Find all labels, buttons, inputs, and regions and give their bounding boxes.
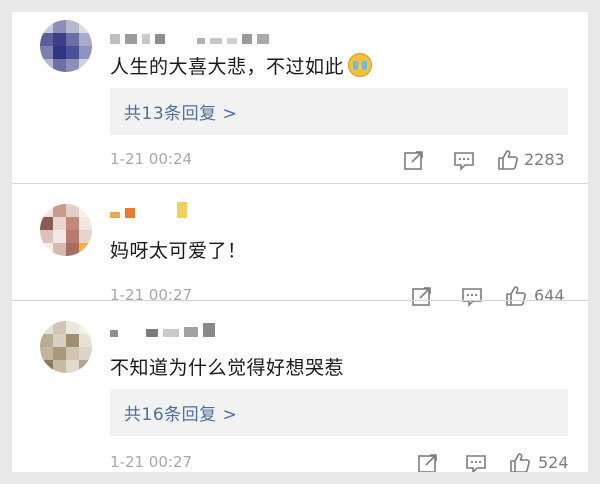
view-replies-link[interactable]: 共13条回复 > — [124, 99, 237, 124]
nickname-pixelated[interactable] — [110, 28, 269, 44]
like-count: 2283 — [524, 150, 565, 169]
view-replies-link[interactable]: 共16条回复 > — [124, 400, 237, 425]
comment-item: 不知道为什么觉得好想哭惹 共16条回复 > 1-21 00:27 524 — [12, 301, 588, 472]
comment-time: 1-21 00:24 — [110, 150, 193, 168]
crying-emoji-icon — [348, 53, 373, 77]
comment-text: 不知道为什么觉得好想哭惹 — [110, 357, 345, 379]
replies-box[interactable]: 共13条回复 > — [110, 88, 568, 135]
nickname-pixelated[interactable] — [110, 321, 215, 337]
avatar[interactable] — [40, 204, 92, 256]
avatar[interactable] — [40, 321, 92, 373]
replies-box[interactable]: 共16条回复 > — [110, 389, 568, 436]
avatar[interactable] — [40, 20, 92, 72]
comment-text-content: 人生的大喜大悲，不过如此 — [110, 56, 345, 78]
thumbs-up-icon[interactable] — [508, 451, 532, 472]
comment-meta: 1-21 00:24 2283 — [110, 148, 570, 172]
comment-text: 人生的大喜大悲，不过如此 — [110, 52, 373, 79]
thumbs-up-icon[interactable] — [496, 148, 520, 172]
comment-item: 人生的大喜大悲，不过如此 共13条回复 > 1-21 00:24 2283 — [12, 12, 588, 182]
comment-time: 1-21 00:27 — [110, 453, 193, 471]
like-count: 524 — [538, 453, 569, 472]
comment-meta: 1-21 00:27 524 — [110, 451, 570, 472]
comment-item: 妈呀太可爱了！ 1-21 00:27 644 — [12, 184, 588, 307]
nickname-pixelated[interactable] — [110, 202, 187, 218]
comment-text: 妈呀太可爱了！ — [110, 240, 247, 262]
share-icon[interactable] — [416, 451, 440, 472]
comment-icon[interactable] — [452, 148, 476, 172]
comment-icon[interactable] — [464, 451, 488, 472]
comment-list: 人生的大喜大悲，不过如此 共13条回复 > 1-21 00:24 2283 妈呀… — [12, 12, 588, 472]
share-icon[interactable] — [402, 148, 426, 172]
